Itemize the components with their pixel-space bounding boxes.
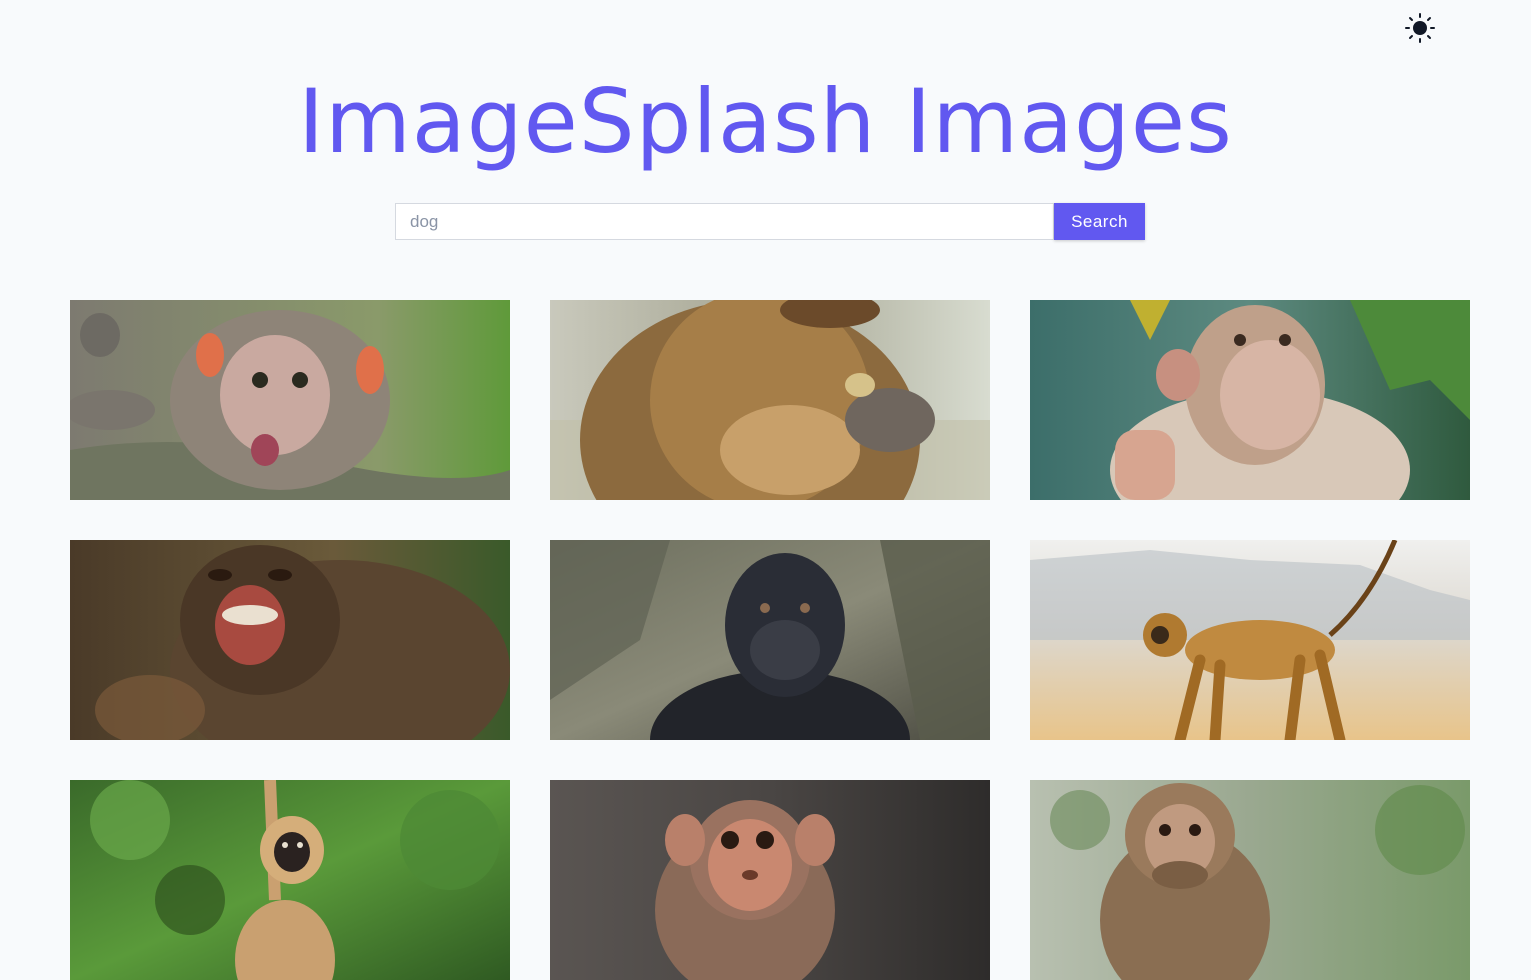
- gallery-image[interactable]: [550, 300, 990, 500]
- gallery-image[interactable]: [1030, 780, 1470, 980]
- gallery-image[interactable]: [1030, 540, 1470, 740]
- image-gallery: [70, 300, 1470, 980]
- gallery-image[interactable]: [70, 780, 510, 980]
- search-input[interactable]: [395, 203, 1054, 240]
- gallery-image[interactable]: [70, 540, 510, 740]
- search-button[interactable]: Search: [1054, 203, 1145, 240]
- page-title: ImageSplash Images: [298, 70, 1233, 173]
- theme-toggle-button[interactable]: [1402, 10, 1438, 46]
- gallery-image[interactable]: [70, 300, 510, 500]
- search-form: Search: [395, 203, 1145, 240]
- gallery-image[interactable]: [550, 780, 990, 980]
- gallery-image[interactable]: [550, 540, 990, 740]
- gallery-image[interactable]: [1030, 300, 1470, 500]
- sun-icon: [1405, 13, 1435, 43]
